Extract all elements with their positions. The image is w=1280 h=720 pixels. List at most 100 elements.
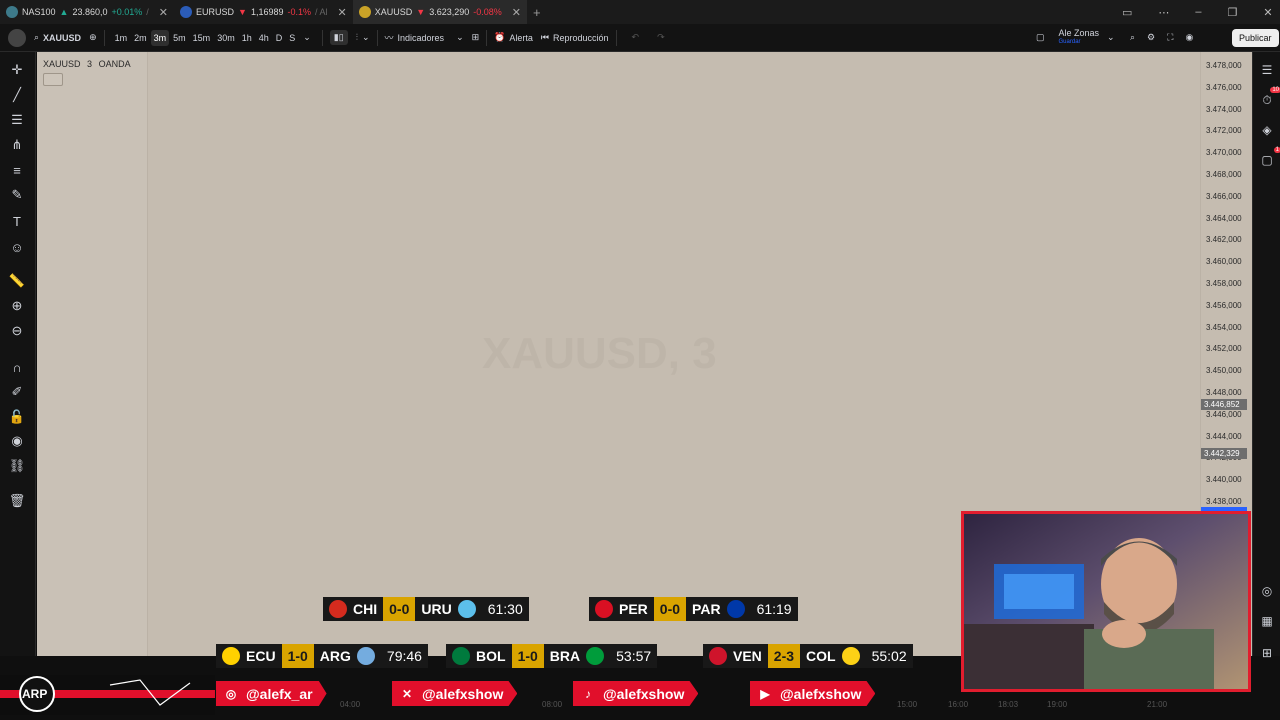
lock-icon[interactable]: 🔓 bbox=[8, 408, 26, 426]
camera-icon[interactable]: ◉ bbox=[1185, 32, 1193, 43]
social-instagram[interactable]: ◎ @alefx_ar bbox=[216, 681, 327, 706]
social-x[interactable]: ✕ @alefxshow bbox=[392, 681, 518, 706]
pitchfork-icon[interactable]: ⋔ bbox=[8, 136, 26, 154]
price-tick: 3.448,000 bbox=[1206, 388, 1242, 397]
symbol-watermark: XAUUSD, 3 bbox=[482, 329, 717, 378]
timeframe-1m[interactable]: 1m bbox=[112, 30, 131, 46]
away-team-code: BRA bbox=[549, 648, 581, 664]
new-tab-button[interactable]: + bbox=[527, 0, 547, 24]
ruler-icon[interactable]: 📏 bbox=[8, 272, 26, 290]
tab-xauusd[interactable]: XAUUSD ▼ 3.623,290 -0.08% ✕ bbox=[352, 0, 527, 24]
undo-icon[interactable]: ↶ bbox=[632, 32, 640, 43]
timeframe-4h[interactable]: 4h bbox=[256, 30, 272, 46]
magnet-icon[interactable]: ∩ bbox=[8, 358, 26, 376]
text-icon[interactable]: T bbox=[8, 212, 26, 230]
home-team: ECU bbox=[216, 644, 282, 668]
nas100-icon bbox=[6, 6, 18, 18]
publish-button[interactable]: Publicar bbox=[1232, 28, 1279, 47]
profile-avatar[interactable] bbox=[0, 24, 30, 52]
emoji-icon[interactable]: ☺ bbox=[8, 238, 26, 256]
timeframe-2m[interactable]: 2m bbox=[131, 30, 150, 46]
timeframe-1h[interactable]: 1h bbox=[239, 30, 255, 46]
settings-icon[interactable]: ⚙ bbox=[1147, 32, 1155, 43]
replay-label: Reproducción bbox=[553, 32, 609, 43]
social-tiktok[interactable]: ♪ @alefxshow bbox=[573, 681, 699, 706]
monitor-icon[interactable]: ▭ bbox=[1122, 6, 1132, 19]
publish-button-wrap: Publicar bbox=[1228, 24, 1280, 52]
legend-toggle-button[interactable] bbox=[43, 73, 63, 86]
zoom-out-icon[interactable]: ⊖ bbox=[8, 322, 26, 340]
home-team-code: CHI bbox=[353, 601, 378, 617]
home-team-code: PER bbox=[619, 601, 648, 617]
fullscreen-icon[interactable]: ⛶ bbox=[1167, 32, 1173, 43]
trash-icon[interactable]: 🗑 bbox=[8, 492, 26, 510]
symbol-label: XAUUSD bbox=[43, 32, 82, 43]
match-time: 61:19 bbox=[750, 597, 798, 621]
timeframe-5m[interactable]: 5m bbox=[170, 30, 189, 46]
timeframe-d[interactable]: D bbox=[273, 30, 286, 46]
calendar-icon[interactable]: ▦ bbox=[1258, 612, 1276, 630]
bars-icon: ⫶ bbox=[355, 32, 358, 42]
target-icon[interactable]: ◎ bbox=[1258, 582, 1276, 600]
trendline-icon[interactable]: ╱ bbox=[8, 86, 26, 104]
timeframe-s[interactable]: S bbox=[286, 30, 298, 46]
social-handle: @alefx_ar bbox=[246, 685, 313, 702]
chart-type-button[interactable]: ▮▯ bbox=[326, 24, 352, 52]
close-tab-icon[interactable]: ✕ bbox=[512, 6, 521, 19]
chat-icon[interactable]: ▢ 1 bbox=[1258, 147, 1280, 169]
more-icon[interactable]: ⋯ bbox=[1158, 6, 1169, 19]
close-window-icon[interactable]: ✕ bbox=[1263, 6, 1272, 19]
redo-icon[interactable]: ↷ bbox=[657, 32, 665, 43]
social-youtube[interactable]: ▶ @alefxshow bbox=[750, 681, 876, 706]
fib-icon[interactable]: ≡ bbox=[8, 161, 26, 179]
bar-style-button[interactable]: ⫶ ⌄ bbox=[352, 24, 374, 52]
alerts-clock-icon[interactable]: ⏱ 10 bbox=[1258, 87, 1280, 109]
timeframe-group: 1m 2m 3m 5m 15m 30m 1h 4h D S ⌄ bbox=[108, 24, 319, 52]
timeframe-30m[interactable]: 30m bbox=[214, 30, 238, 46]
quick-search-icon[interactable]: ⌕ bbox=[1130, 32, 1135, 43]
watchlist-icon[interactable]: ☰ bbox=[1258, 61, 1276, 79]
compare-button[interactable]: ⊕ bbox=[85, 24, 101, 52]
eurusd-icon bbox=[180, 6, 193, 18]
crosshair-icon[interactable]: ✛ bbox=[8, 61, 26, 79]
match-time: 79:46 bbox=[380, 644, 428, 668]
window-controls: ▭ ⋯ – ❐ ✕ bbox=[1122, 0, 1273, 24]
minimize-icon[interactable]: – bbox=[1195, 6, 1201, 18]
undo-redo: ↶ ↷ bbox=[620, 24, 669, 52]
link-icon[interactable]: ⛓ bbox=[8, 457, 26, 475]
brush-icon[interactable]: ✎ bbox=[8, 186, 26, 204]
timeframe-3m[interactable]: 3m bbox=[150, 29, 170, 46]
price-tick: 3.458,000 bbox=[1206, 279, 1242, 288]
plus-circle-icon: ⊕ bbox=[89, 32, 97, 42]
maximize-icon[interactable]: ❐ bbox=[1228, 6, 1238, 19]
timeframe-15m[interactable]: 15m bbox=[190, 30, 214, 46]
chevron-down-icon: ⌄ bbox=[1107, 32, 1115, 42]
replay-button[interactable]: ⏮ Reproducción bbox=[537, 24, 613, 52]
close-tab-icon[interactable]: ✕ bbox=[159, 6, 168, 19]
tab-eurusd[interactable]: EURUSD ▼ 1,16989 -0.1% / Al ✕ bbox=[174, 0, 353, 24]
tab-nas100[interactable]: NAS100 ▲ 23.860,0 +0.01% / ✕ bbox=[0, 0, 174, 24]
time-label: 08:00 bbox=[542, 700, 563, 709]
legend-interval: 3 bbox=[87, 59, 93, 69]
symbol-search[interactable]: ⌕ XAUUSD bbox=[30, 24, 85, 52]
eye-icon[interactable]: ◉ bbox=[8, 432, 26, 450]
away-flag-icon bbox=[457, 600, 476, 618]
apps-grid-icon[interactable]: ⊞ bbox=[1258, 644, 1276, 662]
divider bbox=[321, 29, 323, 46]
templates-button[interactable]: ⊞ bbox=[468, 24, 484, 52]
tab-price: 3.623,290 bbox=[429, 7, 470, 17]
layers-icon[interactable]: ◈ bbox=[1258, 121, 1276, 139]
candles-icon: ▮▯ bbox=[329, 30, 348, 45]
chevron-down-icon[interactable]: ⌄ bbox=[299, 32, 315, 43]
close-tab-icon[interactable]: ✕ bbox=[338, 6, 347, 19]
zoom-in-icon[interactable]: ⊕ bbox=[8, 297, 26, 315]
alert-button[interactable]: ⏰ Alerta bbox=[490, 24, 537, 52]
layout-save: Guardar bbox=[1058, 38, 1081, 45]
pencil-lock-icon[interactable]: ✐ bbox=[8, 383, 26, 401]
indicators-button[interactable]: 〰 Indicadores ⌄ bbox=[381, 24, 468, 52]
layout-menu[interactable]: ▢ Ale Zonas Guardar ⌄ bbox=[1032, 24, 1119, 52]
horizontal-lines-icon[interactable]: ☰ bbox=[8, 111, 26, 129]
tab-change: -0.08% bbox=[473, 7, 502, 17]
toolbar-right-icons: ⌕ ⚙ ⛶ ◉ bbox=[1126, 24, 1197, 52]
match-score: VEN 2-3 COL 55:02 bbox=[703, 644, 913, 668]
